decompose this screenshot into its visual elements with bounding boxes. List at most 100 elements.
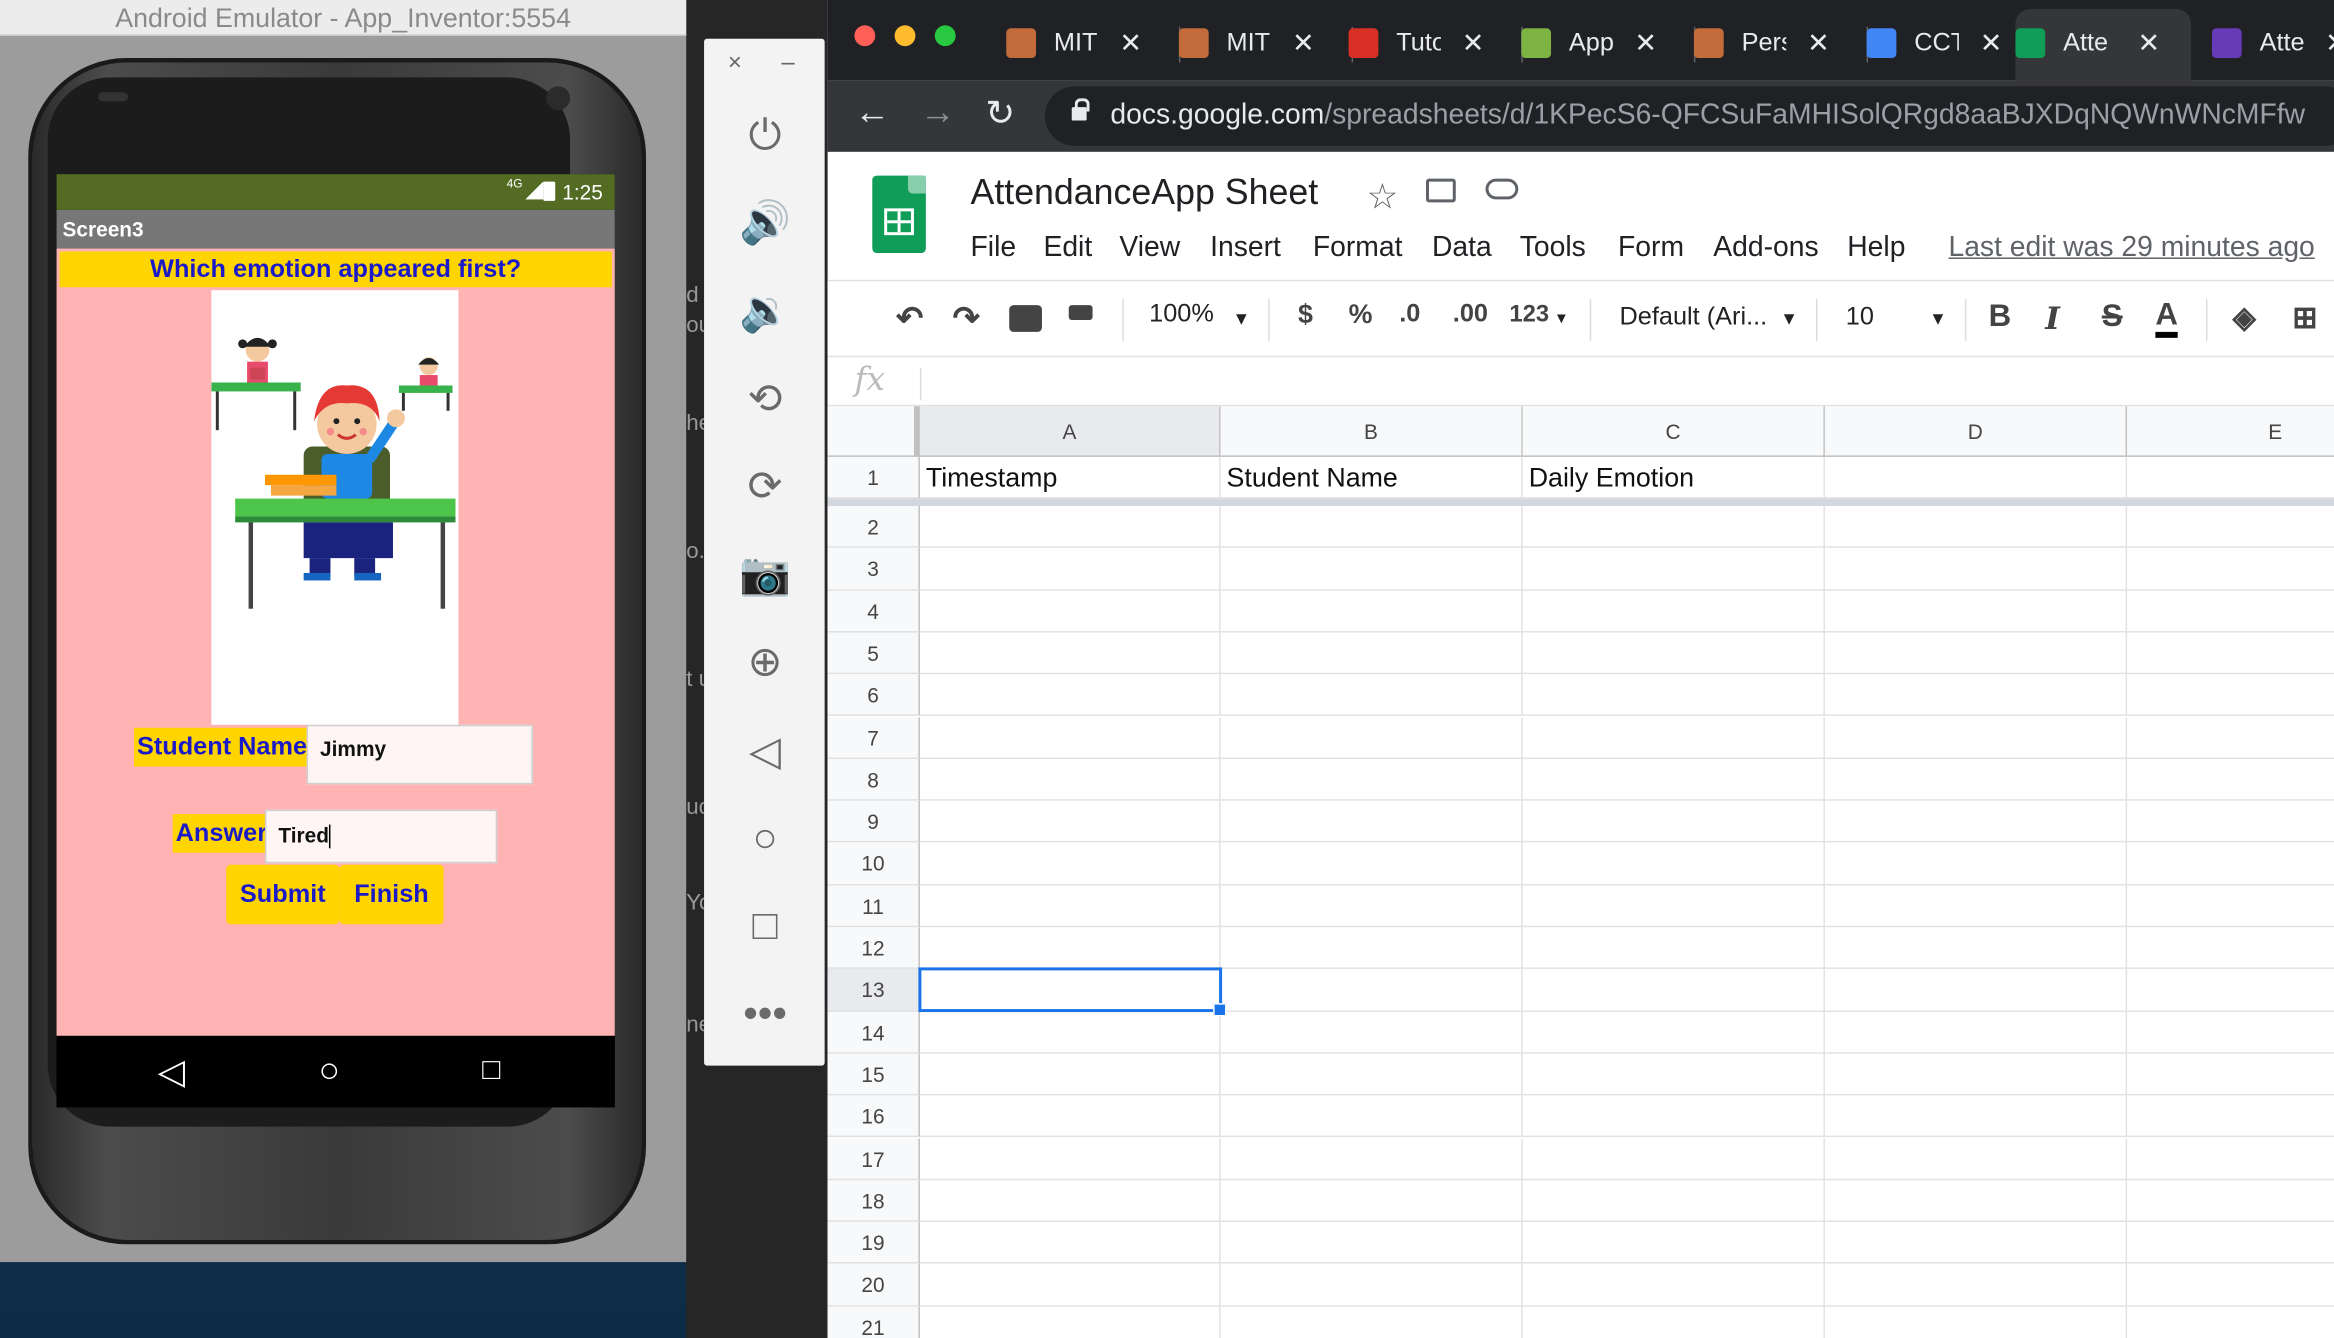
rotate-left-icon[interactable]: ⟲ (737, 369, 794, 426)
grid-cell[interactable] (1824, 632, 2128, 675)
grid-cell[interactable] (1824, 842, 2128, 886)
camera-icon[interactable]: 📷 (737, 545, 794, 602)
grid-cell[interactable] (1824, 1222, 2128, 1265)
grid-cell[interactable] (919, 506, 1221, 549)
grid-cell[interactable] (1522, 969, 1825, 1012)
minimize-window-icon[interactable] (894, 25, 916, 47)
grid-cell[interactable] (1824, 1011, 2128, 1054)
nav-home-icon[interactable]: ○ (319, 1051, 341, 1093)
grid-cell[interactable] (1220, 1222, 1523, 1265)
grid-cell[interactable] (1220, 548, 1523, 591)
move-folder-icon[interactable] (1426, 178, 1456, 203)
grid-cell[interactable] (2127, 1306, 2334, 1338)
grid-cell[interactable] (2127, 1264, 2334, 1307)
finish-button[interactable]: Finish (339, 864, 444, 925)
grid-cell[interactable] (1522, 716, 1825, 759)
row-header[interactable]: 3 (827, 548, 920, 591)
row-header[interactable]: 8 (827, 758, 920, 801)
grid-cell[interactable] (919, 716, 1221, 759)
column-header[interactable]: A (919, 406, 1221, 457)
column-header[interactable]: E (2127, 406, 2334, 457)
grid-cell[interactable] (1220, 885, 1523, 928)
grid-cell[interactable] (2127, 1138, 2334, 1180)
star-icon[interactable]: ☆ (1366, 176, 1398, 219)
menu-tools[interactable]: Tools (1520, 232, 1586, 265)
last-edit-link[interactable]: Last edit was 29 minutes ago (1948, 232, 2314, 265)
grid-cell[interactable] (1220, 632, 1523, 675)
grid-cell[interactable] (2127, 506, 2334, 549)
grid-cell[interactable] (1824, 674, 2128, 717)
column-header[interactable]: B (1220, 406, 1523, 457)
tab-close-icon[interactable]: ✕ (1119, 9, 1141, 77)
row-header[interactable]: 17 (827, 1137, 920, 1180)
grid-cell[interactable] (1220, 674, 1523, 717)
grid-cell[interactable] (2127, 1180, 2334, 1223)
grid-cell[interactable] (2127, 759, 2334, 801)
power-icon[interactable]: ⏻ (737, 107, 794, 164)
selected-cell[interactable] (918, 967, 1227, 1017)
browser-tab[interactable]: Tuto ✕ (1348, 9, 1523, 80)
grid-cell[interactable] (2127, 674, 2334, 717)
strikethrough-button[interactable]: S (2102, 299, 2123, 335)
select-all-corner[interactable] (827, 406, 920, 457)
grid-cell[interactable] (1824, 800, 2128, 843)
row-header[interactable]: 4 (827, 590, 920, 633)
grid-cell[interactable] (919, 1137, 1221, 1180)
font-select[interactable]: Default (Ari... (1620, 302, 1768, 332)
grid-cell[interactable] (1824, 548, 2128, 591)
formula-bar[interactable]: fx (827, 358, 2334, 407)
row-header[interactable]: 6 (827, 674, 920, 717)
grid-cell[interactable] (1522, 1053, 1825, 1096)
grid-cell[interactable] (2127, 1222, 2334, 1265)
grid-cell[interactable] (919, 590, 1221, 633)
grid-cell[interactable] (2127, 969, 2334, 1012)
row-header[interactable]: 21 (827, 1306, 920, 1338)
spreadsheet-grid[interactable]: A B C D E 1 Timestamp Student Name Daily Emotion… (827, 406, 2334, 1338)
row-header[interactable]: 10 (827, 842, 920, 886)
tab-close-icon[interactable]: ✕ (1634, 9, 1656, 77)
column-header[interactable]: C (1522, 406, 1825, 457)
grid-cell[interactable] (1220, 842, 1523, 886)
grid-cell[interactable] (1824, 969, 2128, 1012)
zoom-dropdown-icon[interactable]: ▼ (1232, 308, 1250, 329)
grid-cell[interactable] (1824, 1095, 2128, 1138)
grid-cell[interactable] (1220, 590, 1523, 633)
grid-cell[interactable] (1825, 1306, 2128, 1338)
menu-view[interactable]: View (1119, 232, 1180, 265)
borders-icon[interactable]: ⊞ (2292, 299, 2317, 336)
grid-cell[interactable] (1824, 590, 2128, 633)
more-icon[interactable]: ••• (737, 985, 794, 1042)
grid-cell[interactable] (1522, 632, 1825, 675)
grid-cell[interactable] (1824, 885, 2128, 928)
grid-cell[interactable] (2127, 843, 2334, 886)
more-formats-dropdown-icon[interactable]: ▼ (1554, 311, 1569, 327)
header-cell[interactable]: Student Name (1220, 456, 1523, 499)
menu-edit[interactable]: Edit (1043, 232, 1092, 265)
close-window-icon[interactable] (854, 25, 876, 47)
italic-button[interactable]: I (2045, 299, 2060, 336)
browser-tab[interactable]: Atte ✕ (2015, 8, 2192, 81)
row-header[interactable]: 16 (827, 1095, 920, 1138)
browser-tab[interactable]: MIT ✕ (1178, 9, 1354, 80)
grid-cell[interactable] (1522, 1095, 1825, 1138)
reload-icon[interactable]: ↻ (985, 92, 1015, 135)
grid-cell[interactable] (1522, 758, 1825, 801)
grid-cell[interactable] (1522, 885, 1825, 928)
row-header[interactable]: 20 (827, 1264, 920, 1307)
grid-cell[interactable] (2127, 590, 2334, 633)
grid-cell[interactable] (2127, 1096, 2334, 1138)
grid-cell[interactable] (1522, 927, 1825, 970)
volume-up-icon[interactable]: 🔊 (737, 193, 794, 250)
grid-cell[interactable] (919, 632, 1221, 675)
grid-cell[interactable] (919, 885, 1221, 928)
row-header[interactable]: 14 (827, 1011, 920, 1054)
grid-cell[interactable] (2127, 717, 2334, 759)
browser-tab[interactable]: Pers ✕ (1693, 9, 1869, 80)
grid-cell[interactable] (1220, 1137, 1523, 1180)
tab-close-icon[interactable]: ✕ (1807, 9, 1829, 77)
grid-cell[interactable] (1220, 927, 1523, 970)
grid-cell[interactable] (1522, 548, 1825, 591)
grid-cell[interactable] (2127, 885, 2334, 928)
text-color-button[interactable]: A (2155, 298, 2178, 338)
grid-cell[interactable] (1522, 1264, 1825, 1307)
